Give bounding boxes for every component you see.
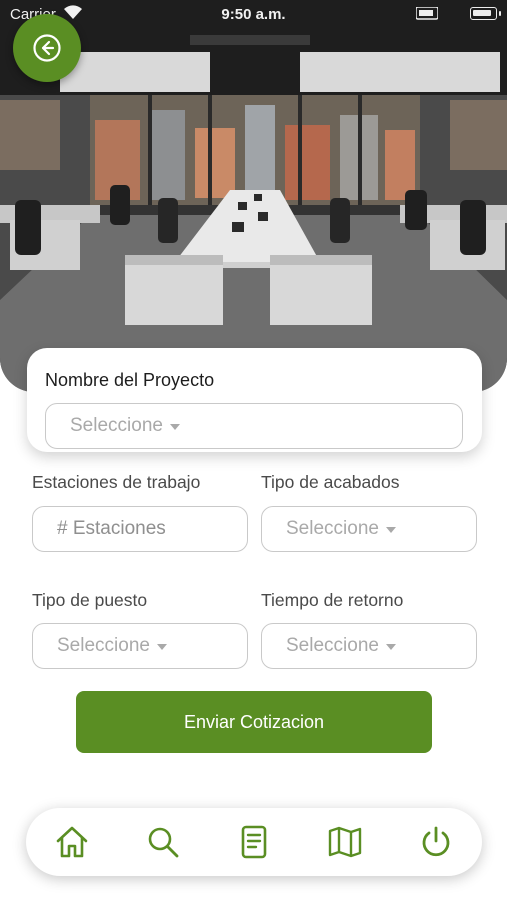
finish-type-select[interactable]: Seleccione xyxy=(261,506,477,552)
arrow-left-circle-icon xyxy=(33,34,61,62)
project-name-select[interactable]: Seleccione xyxy=(45,403,463,449)
return-time-label: Tiempo de retorno xyxy=(261,590,404,610)
caret-down-icon xyxy=(385,527,396,533)
return-time-select[interactable]: Seleccione xyxy=(261,623,477,669)
status-bar: Carrier 9:50 a.m. xyxy=(0,0,507,28)
home-icon xyxy=(56,826,88,858)
back-button[interactable] xyxy=(13,14,81,82)
workstations-placeholder: # Estaciones xyxy=(57,518,166,539)
tab-map[interactable] xyxy=(325,822,365,862)
power-icon xyxy=(422,826,450,857)
workstations-label: Estaciones de trabajo xyxy=(32,472,201,492)
caret-down-icon xyxy=(156,644,167,650)
submit-quote-button[interactable]: Enviar Cotizacion xyxy=(76,691,432,753)
tab-logout[interactable] xyxy=(416,822,456,862)
document-icon xyxy=(241,825,267,859)
post-type-label: Tipo de puesto xyxy=(32,590,148,610)
tab-home[interactable] xyxy=(52,822,92,862)
map-icon xyxy=(328,826,362,858)
project-card: Nombre del Proyecto Seleccione xyxy=(27,348,482,452)
search-icon xyxy=(148,827,179,858)
post-type-select[interactable]: Seleccione xyxy=(32,623,248,669)
finish-type-placeholder: Seleccione xyxy=(286,518,379,539)
return-time-placeholder: Seleccione xyxy=(286,635,379,656)
bottom-tab-bar xyxy=(26,808,482,876)
project-name-label: Nombre del Proyecto xyxy=(45,370,215,390)
post-type-placeholder: Seleccione xyxy=(57,635,150,656)
caret-down-icon xyxy=(385,644,396,650)
battery-icon xyxy=(470,7,501,20)
project-select-placeholder: Seleccione xyxy=(70,415,163,436)
caret-down-icon xyxy=(169,424,180,430)
signal-icon xyxy=(415,6,439,24)
tab-documents[interactable] xyxy=(234,822,274,862)
workstations-input[interactable]: # Estaciones xyxy=(32,506,248,552)
finish-type-label: Tipo de acabados xyxy=(261,472,400,492)
tab-search[interactable] xyxy=(143,822,183,862)
